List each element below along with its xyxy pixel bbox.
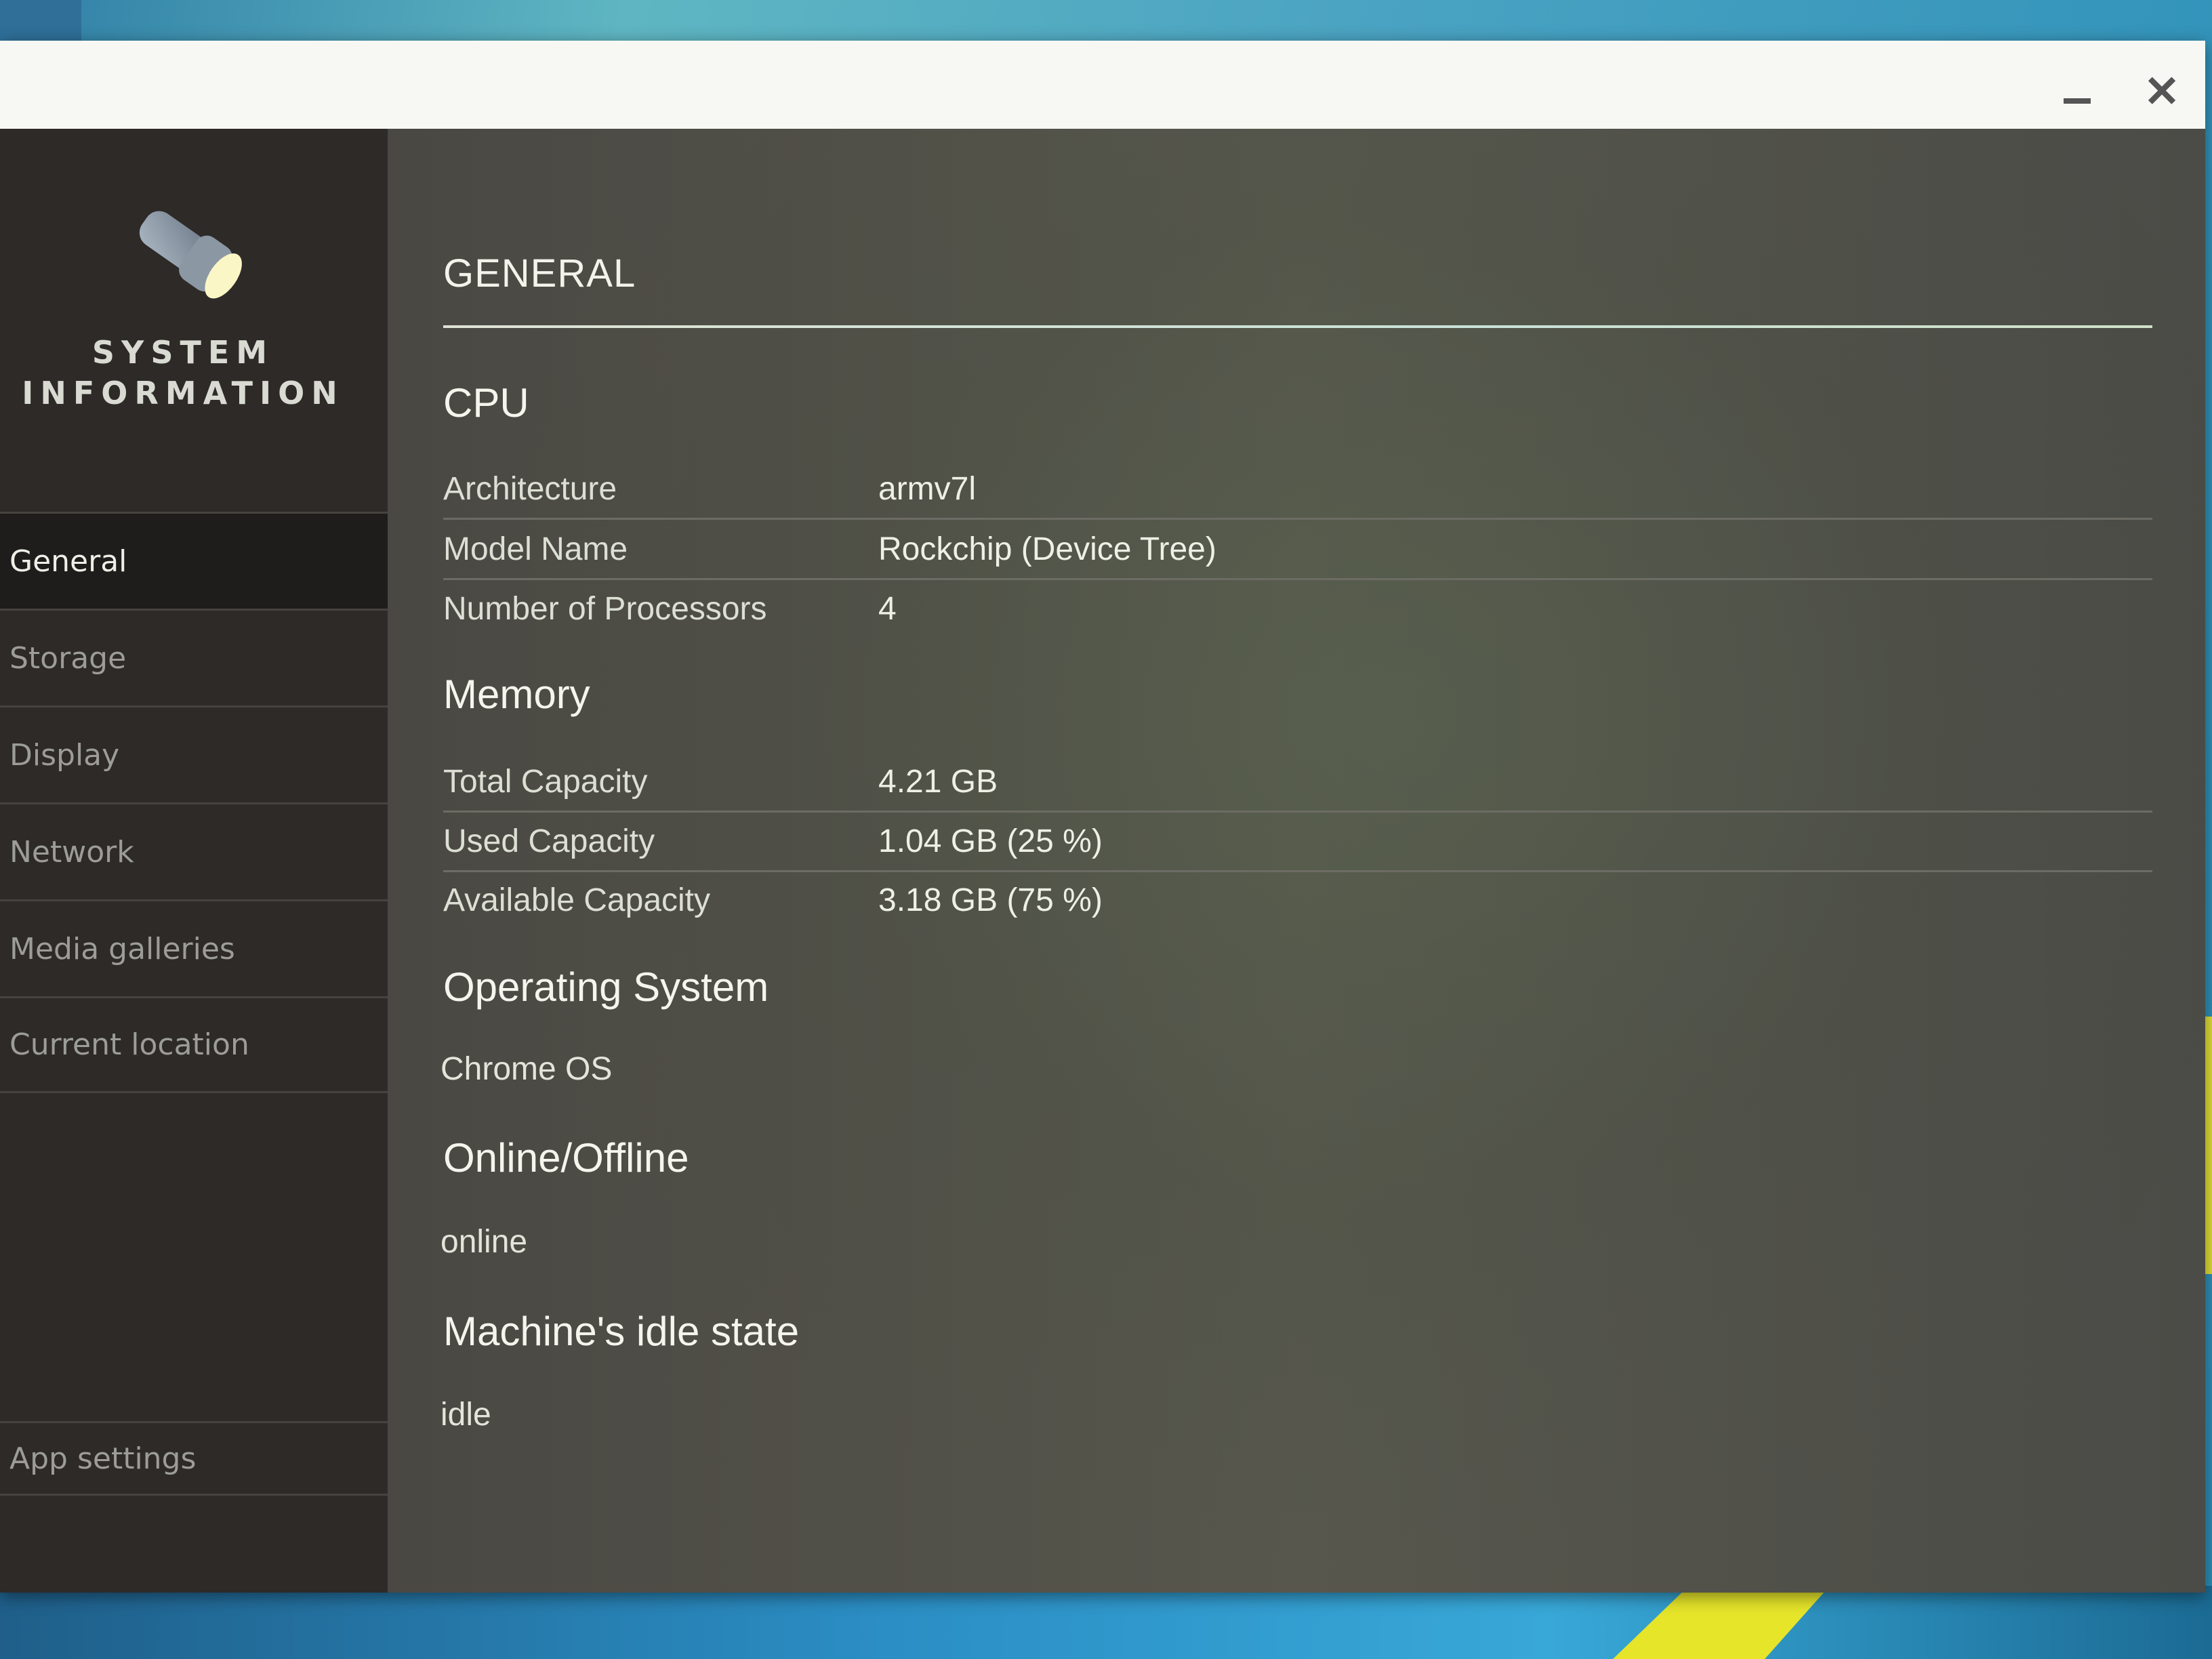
close-icon: ✕ xyxy=(2144,67,2180,116)
sidebar-item-current-location[interactable]: Current location xyxy=(0,996,388,1093)
section-heading-online: Online/Offline xyxy=(443,1135,689,1181)
sidebar: SYSTEM INFORMATION General Storage Displ… xyxy=(0,129,390,1593)
info-value: 4 xyxy=(878,590,897,627)
info-label: Architecture xyxy=(443,470,617,507)
sidebar-item-general[interactable]: General xyxy=(0,512,388,609)
section-heading-memory: Memory xyxy=(443,672,590,717)
sidebar-item-storage[interactable]: Storage xyxy=(0,609,388,705)
info-row: Available Capacity 3.18 GB (75 %) xyxy=(443,871,2152,929)
section-heading-os: Operating System xyxy=(443,964,769,1010)
sidebar-item-media-galleries[interactable]: Media galleries xyxy=(0,899,388,996)
close-button[interactable]: ✕ xyxy=(2131,61,2192,122)
title-divider xyxy=(443,325,2152,328)
info-value: 1.04 GB (25 %) xyxy=(878,823,1103,859)
info-row: Number of Processors 4 xyxy=(443,579,2152,638)
main-content: GENERAL CPU Architecture armv7l Model Na… xyxy=(390,129,2205,1593)
info-label: Total Capacity xyxy=(443,763,648,800)
sidebar-item-app-settings[interactable]: App settings xyxy=(0,1421,388,1496)
info-label: Available Capacity xyxy=(443,882,711,918)
info-row: Model Name Rockchip (Device Tree) xyxy=(443,520,2152,580)
info-value: 4.21 GB xyxy=(878,763,998,800)
app-logo-area: SYSTEM INFORMATION xyxy=(0,129,388,508)
info-row: Total Capacity 4.21 GB xyxy=(443,752,2152,813)
info-label: Model Name xyxy=(443,531,628,567)
section-heading-cpu: CPU xyxy=(443,380,529,426)
minimize-button[interactable] xyxy=(2047,61,2108,122)
app-title-line2: INFORMATION xyxy=(22,375,344,411)
title-bar[interactable]: ✕ xyxy=(0,41,2205,129)
info-value: armv7l xyxy=(878,470,977,507)
flashlight-icon xyxy=(139,211,242,299)
sidebar-item-display[interactable]: Display xyxy=(0,705,388,802)
sidebar-bottom: App settings xyxy=(0,1421,388,1496)
idle-value: idle xyxy=(441,1397,491,1433)
page-title: GENERAL xyxy=(443,251,636,295)
sidebar-nav: General Storage Display Network Media ga… xyxy=(0,512,388,1093)
app-title-line1: SYSTEM xyxy=(91,334,274,371)
wallpaper-shape xyxy=(0,0,81,41)
info-label: Number of Processors xyxy=(443,590,767,627)
info-row: Architecture armv7l xyxy=(443,459,2152,520)
os-value: Chrome OS xyxy=(441,1051,613,1087)
section-heading-idle: Machine's idle state xyxy=(443,1309,800,1354)
info-label: Used Capacity xyxy=(443,823,655,859)
info-value: 3.18 GB (75 %) xyxy=(878,882,1103,918)
minimize-icon xyxy=(2064,98,2091,104)
info-value: Rockchip (Device Tree) xyxy=(878,531,1216,567)
wallpaper-bottom xyxy=(0,1586,2212,1659)
info-row: Used Capacity 1.04 GB (25 %) xyxy=(443,812,2152,872)
online-value: online xyxy=(441,1224,528,1260)
sidebar-item-network[interactable]: Network xyxy=(0,802,388,899)
app-title: SYSTEM INFORMATION xyxy=(0,332,366,413)
system-info-window: ✕ SYSTEM INFORMATION General Storage Dis… xyxy=(0,41,2205,1593)
